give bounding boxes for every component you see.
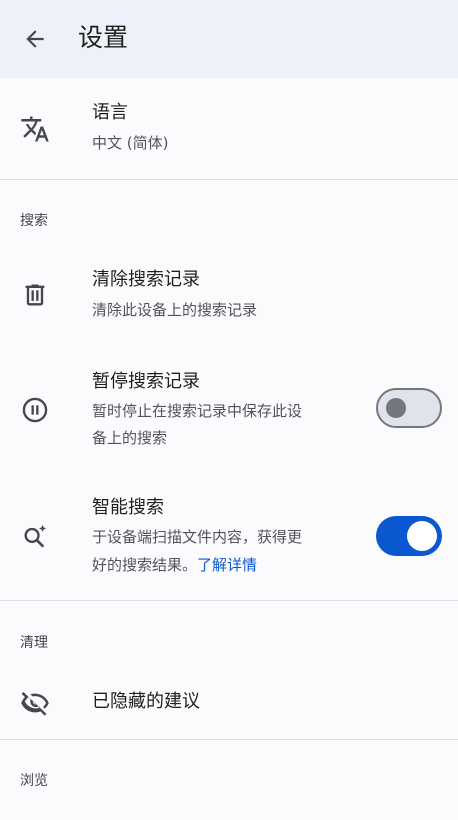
pause-history-subtitle-line2: 备上的搜索 [92, 429, 168, 447]
section-header-search: 搜索 [20, 213, 48, 229]
smart-search-subtitle-line2: 好的搜索结果。了解详情 [92, 552, 257, 578]
divider [0, 739, 458, 740]
back-button[interactable] [14, 18, 56, 60]
clear-search-history[interactable]: 清除搜索记录 清除此设备上的搜索记录 [0, 258, 458, 332]
smart-search-icon [20, 521, 50, 551]
smart-search-toggle[interactable] [376, 516, 442, 556]
language-title: 语言 [92, 102, 128, 123]
visibility-off-icon [20, 688, 50, 718]
pause-history-subtitle-line1: 暂时停止在搜索记录中保存此设 [92, 402, 303, 420]
smart-search-title: 智能搜索 [92, 497, 164, 518]
toggle-knob [407, 521, 437, 551]
smart-search-subtitle-line1: 于设备端扫描文件内容，获得更 [92, 528, 303, 546]
hidden-suggestions[interactable]: 已隐藏的建议 [0, 672, 458, 734]
divider [0, 600, 458, 601]
pause-history-title: 暂停搜索记录 [92, 371, 200, 392]
translate-icon [20, 114, 50, 144]
learn-more-link[interactable]: 了解详情 [197, 556, 257, 574]
page-title: 设置 [78, 23, 129, 52]
delete-icon [20, 280, 50, 310]
toggle-knob [386, 398, 406, 418]
pause-search-history[interactable]: 暂停搜索记录 暂时停止在搜索记录中保存此设 备上的搜索 [0, 360, 458, 460]
smart-search[interactable]: 智能搜索 于设备端扫描文件内容，获得更 好的搜索结果。了解详情 [0, 488, 458, 588]
smart-search-subtitle-text: 好的搜索结果。 [92, 556, 198, 574]
divider [0, 179, 458, 180]
clear-history-title: 清除搜索记录 [92, 269, 200, 290]
pause-history-toggle[interactable] [376, 388, 442, 428]
language-setting[interactable]: 语言 中文 (简体) [0, 78, 458, 178]
language-value: 中文 (简体) [92, 134, 169, 152]
top-app-bar: 设置 [0, 0, 458, 78]
section-header-browse: 浏览 [20, 773, 48, 789]
pause-circle-icon [20, 395, 50, 425]
clear-history-subtitle: 清除此设备上的搜索记录 [92, 301, 258, 319]
arrow-back-icon [26, 30, 44, 48]
hidden-suggestions-title: 已隐藏的建议 [92, 691, 200, 712]
section-header-clean: 清理 [20, 635, 48, 651]
